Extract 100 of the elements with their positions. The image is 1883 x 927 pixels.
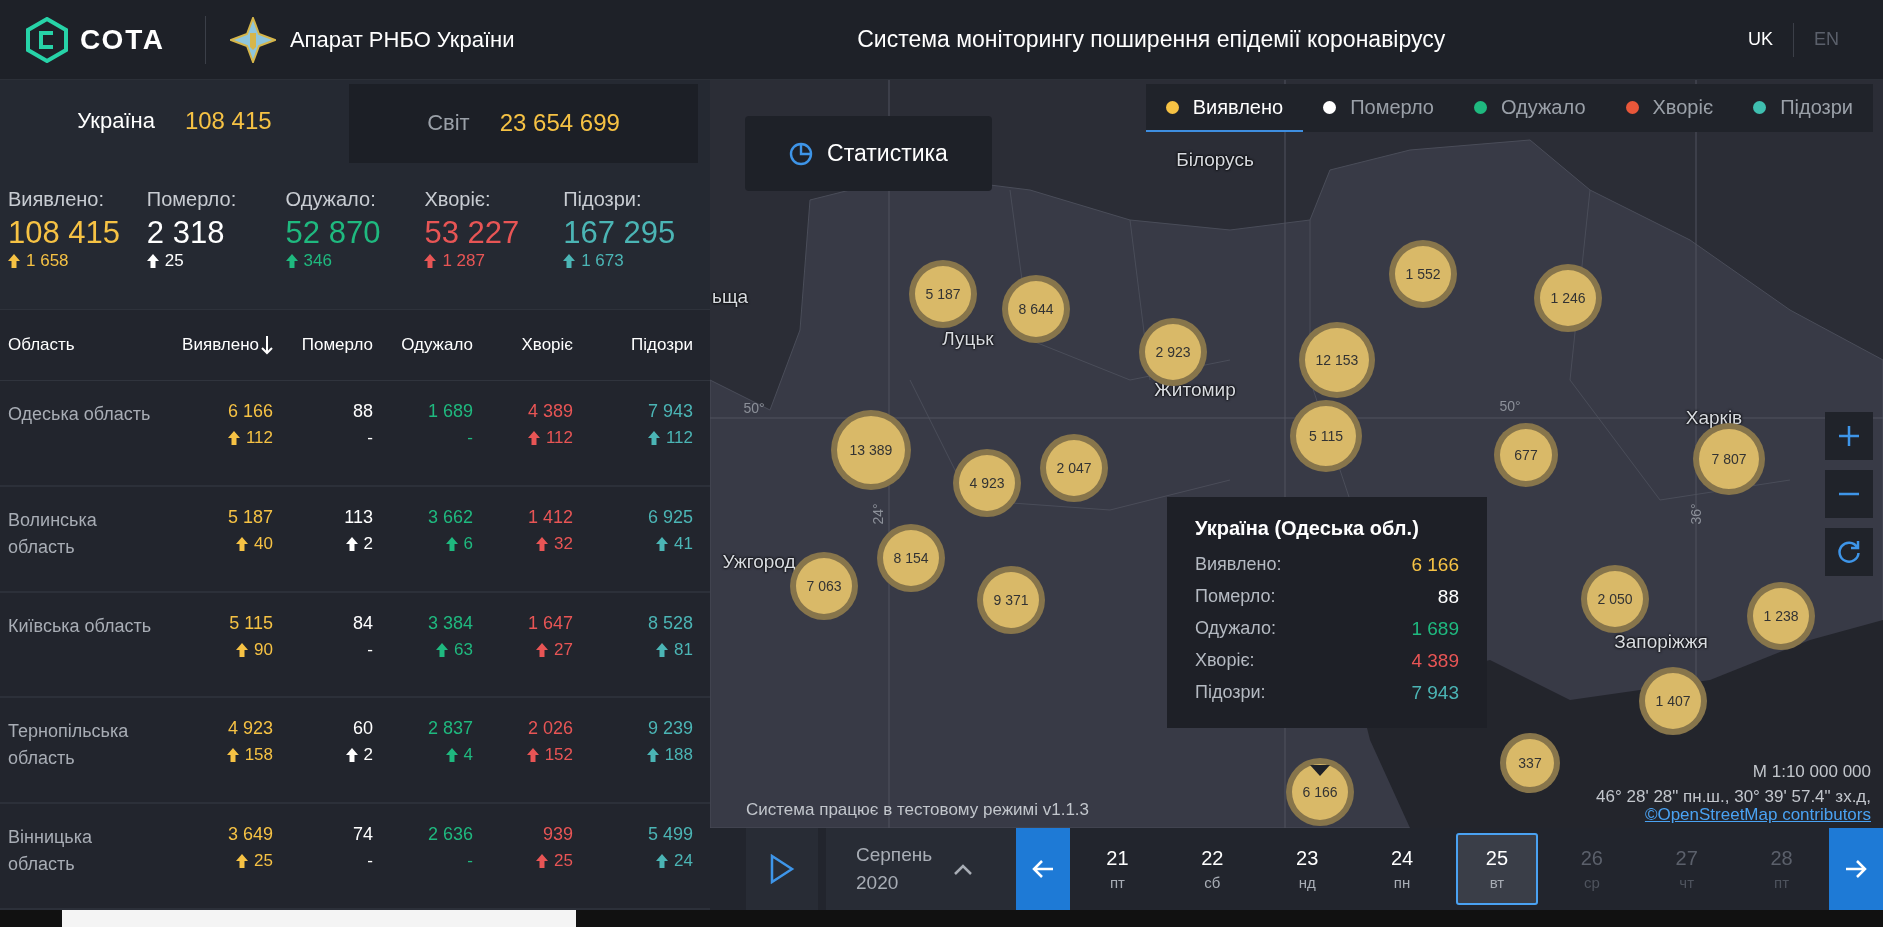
arrow-up-icon [656, 536, 669, 551]
arrow-up-icon [227, 430, 240, 445]
layer-tab[interactable]: Померло [1303, 84, 1454, 132]
weekday-label: сб [1204, 874, 1221, 891]
column-header[interactable]: Область [8, 334, 158, 355]
arrow-up-icon [647, 430, 660, 445]
table-cell: 939 [542, 824, 573, 846]
delta-value: 32 [554, 533, 573, 554]
arrow-up-icon [8, 253, 20, 268]
delta-value: 152 [544, 745, 573, 766]
table-cell: 6 166 [227, 400, 273, 422]
cursor-coordinates: 46° 28' 28" пн.ш., 30° 39' 57.4" зх.д, [1596, 787, 1871, 807]
delta-value: 112 [245, 427, 273, 448]
language-tab[interactable]: UK [1727, 22, 1793, 57]
tooltip-label: Одужало: [1195, 618, 1277, 640]
table-cell: 5 499 [647, 824, 693, 846]
grid-label: 50° [1499, 398, 1521, 414]
column-header[interactable]: Одужало [373, 334, 473, 355]
region-name: Тернопільська область [8, 720, 130, 771]
total-label: Підозри: [563, 187, 643, 211]
tooltip-value: 1 689 [1411, 618, 1459, 640]
table-cell: 84 [352, 612, 373, 634]
caret-up-icon [954, 863, 973, 875]
refresh-icon [1836, 539, 1862, 565]
layer-tab[interactable]: Хворіє [1605, 84, 1734, 132]
column-header[interactable]: Виявлено [158, 334, 273, 355]
layer-tab[interactable]: Підозри [1733, 84, 1873, 132]
grid-label: 24° [870, 503, 886, 525]
table-cell: 113 [344, 506, 373, 528]
region-name: Одеська область [8, 402, 152, 426]
zoom-in-button[interactable] [1825, 412, 1873, 460]
reset-button[interactable] [1825, 528, 1873, 576]
status-note: Система працює в тестовому режимі v1.1.3 [746, 800, 1090, 820]
delta-value: 90 [254, 639, 273, 660]
day-tab[interactable]: 22 сб [1170, 833, 1254, 905]
delta-value: 2 [363, 533, 373, 554]
arrow-up-icon [646, 748, 659, 763]
arrow-up-icon [236, 854, 249, 869]
day-tab[interactable]: 23 нд [1265, 833, 1349, 905]
delta-value: - [467, 851, 473, 872]
arrow-up-icon [536, 854, 549, 869]
total-delta: 25 [164, 250, 184, 271]
total-label: Померло: [146, 187, 238, 211]
column-header[interactable]: Хворіє [473, 334, 573, 355]
tab-count: 23 654 699 [499, 109, 620, 138]
emblem-icon [229, 16, 276, 63]
year-label: 2020 [856, 872, 899, 894]
place-label: Луцьк [942, 328, 994, 350]
taskbar-search-field[interactable] [62, 910, 576, 927]
weekday-label: вт [1489, 874, 1505, 891]
layer-tab[interactable]: Виявлено [1145, 84, 1304, 132]
table-cell: 3 649 [227, 824, 273, 846]
scope-tab[interactable]: Світ 23 654 699 [349, 84, 698, 163]
table-cell: 88 [352, 400, 373, 422]
map-scale: M 1:10 000 000 [1752, 762, 1871, 782]
weekday-label: пн [1393, 874, 1411, 891]
total-delta: 1 658 [26, 250, 69, 271]
tooltip-label: Хворіє: [1195, 650, 1255, 672]
statistics-button[interactable]: Статистика [745, 116, 992, 191]
arrow-up-icon [526, 748, 539, 763]
day-tab[interactable]: 24 пн [1360, 833, 1444, 905]
place-label: Запоріжжя [1614, 631, 1708, 653]
arrow-up-icon [345, 536, 358, 551]
delta-value: 2 [363, 745, 373, 766]
layer-tab[interactable]: Одужало [1453, 84, 1606, 132]
delta-value: 27 [554, 639, 573, 660]
tooltip-label: Виявлено: [1195, 554, 1282, 576]
arrow-up-icon [236, 642, 249, 657]
page-title: Система моніторингу поширення епідемії коронавірусу [856, 26, 1447, 53]
arrow-up-icon [445, 748, 458, 763]
arrow-up-icon [527, 430, 540, 445]
tooltip-title: Україна (Одеська обл.) [1195, 517, 1420, 540]
total-value: 53 227 [424, 214, 521, 251]
column-header[interactable]: Підозри [573, 334, 693, 355]
delta-value: 24 [674, 851, 693, 872]
next-button[interactable] [1829, 828, 1883, 910]
day-number: 22 [1201, 847, 1224, 870]
attribution-link[interactable]: ©OpenStreetMap contributors [1644, 805, 1871, 825]
arrow-up-icon [445, 536, 458, 551]
month-picker[interactable]: Серпень 2020 [826, 828, 1016, 910]
day-tab[interactable]: 25 вт [1455, 833, 1539, 905]
play-button[interactable] [746, 828, 818, 910]
delta-value: 158 [244, 745, 273, 766]
weekday-label: пт [1109, 874, 1125, 891]
previous-button[interactable] [1016, 828, 1070, 910]
total-delta: 1 287 [442, 250, 485, 271]
arrow-up-icon [563, 253, 576, 268]
delta-value: 4 [463, 745, 473, 766]
day-number: 21 [1106, 847, 1129, 870]
zoom-out-button[interactable] [1825, 470, 1873, 518]
total-value: 108 415 [8, 214, 122, 251]
arrow-up-icon [656, 642, 669, 657]
tooltip-value: 6 166 [1411, 554, 1459, 576]
total-label: Виявлено: [8, 187, 106, 211]
region-name: Вінницька область [8, 826, 93, 877]
arrow-up-icon [436, 642, 449, 657]
day-tab[interactable]: 21 пт [1076, 833, 1159, 905]
total-label: Хворіє: [424, 187, 492, 211]
column-header[interactable]: Померло [273, 334, 373, 355]
day-number: 27 [1675, 847, 1698, 870]
